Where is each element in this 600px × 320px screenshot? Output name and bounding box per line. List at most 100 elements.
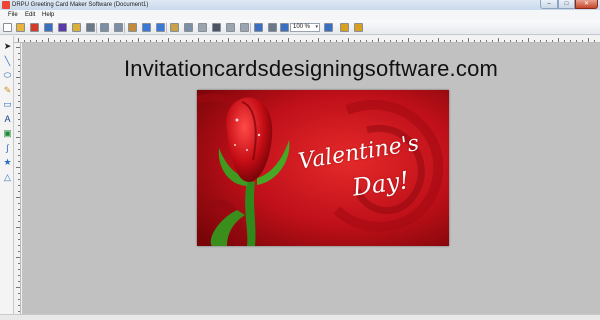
ruler-tick bbox=[18, 209, 20, 210]
ellipse-tool-icon[interactable]: ⬭ bbox=[3, 71, 12, 80]
ruler-tick bbox=[16, 137, 20, 138]
ruler-tick bbox=[486, 40, 487, 42]
ruler-tick bbox=[16, 47, 20, 48]
menu-help[interactable]: Help bbox=[42, 10, 54, 20]
save-icon[interactable] bbox=[44, 23, 53, 32]
close-document-icon[interactable] bbox=[30, 23, 39, 32]
unlock-icon[interactable] bbox=[354, 23, 363, 32]
pencil-tool-icon[interactable]: ✎ bbox=[3, 85, 12, 95]
menu-edit[interactable]: Edit bbox=[25, 10, 35, 20]
rectangle-tool-icon[interactable]: ▭ bbox=[3, 100, 12, 109]
ruler-tick bbox=[120, 40, 121, 42]
text-tool-icon[interactable]: A bbox=[3, 114, 12, 124]
card-title-line2: Day! bbox=[350, 166, 411, 202]
ruler-tick bbox=[18, 299, 20, 300]
ruler-tick bbox=[156, 40, 157, 42]
ruler-tick bbox=[432, 40, 433, 42]
zoom-select[interactable]: 100 % ▾ bbox=[290, 23, 320, 32]
open-folder-icon[interactable] bbox=[16, 23, 25, 32]
app-logo-icon bbox=[2, 1, 10, 9]
ruler-tick bbox=[18, 185, 20, 186]
copy-icon[interactable] bbox=[114, 23, 123, 32]
ruler-tick bbox=[210, 40, 211, 42]
ruler-tick bbox=[186, 40, 187, 42]
ruler-tick bbox=[16, 77, 20, 78]
ruler-tick bbox=[426, 40, 427, 42]
ruler-tick bbox=[54, 40, 55, 42]
design-canvas[interactable]: Invitationcardsdesigningsoftware.com Val… bbox=[22, 43, 600, 314]
ruler-tick bbox=[588, 38, 589, 42]
ruler-tick bbox=[48, 38, 49, 42]
ruler-tick bbox=[16, 287, 20, 288]
image-tool-icon[interactable]: ▣ bbox=[3, 129, 12, 138]
select-pointer-icon[interactable]: ➤ bbox=[3, 42, 12, 51]
maximize-button[interactable]: □ bbox=[558, 0, 575, 9]
ruler-tick bbox=[18, 215, 20, 216]
ruler-tick bbox=[450, 40, 451, 42]
image-icon[interactable] bbox=[170, 23, 179, 32]
send-back-icon[interactable] bbox=[240, 23, 249, 32]
zoom-in-icon[interactable] bbox=[280, 23, 289, 32]
ruler-tick bbox=[18, 161, 20, 162]
star-tool-icon[interactable]: ★ bbox=[3, 158, 12, 167]
page-setup-icon[interactable] bbox=[72, 23, 81, 32]
cut-icon[interactable] bbox=[100, 23, 109, 32]
ruler-tick bbox=[516, 40, 517, 42]
ruler-tick bbox=[102, 40, 103, 42]
undo-icon[interactable] bbox=[142, 23, 151, 32]
ruler-tick bbox=[18, 89, 20, 90]
print-icon[interactable] bbox=[86, 23, 95, 32]
menu-file[interactable]: File bbox=[8, 10, 18, 20]
curve-tool-icon[interactable]: ∫ bbox=[3, 143, 12, 153]
triangle-tool-icon[interactable]: △ bbox=[3, 172, 12, 182]
vertical-ruler bbox=[14, 43, 21, 314]
ruler-tick bbox=[192, 40, 193, 42]
lock-icon[interactable] bbox=[340, 23, 349, 32]
ruler-tick bbox=[18, 233, 20, 234]
minimize-button[interactable]: – bbox=[540, 0, 558, 9]
redo-icon[interactable] bbox=[156, 23, 165, 32]
scissors-icon[interactable] bbox=[184, 23, 193, 32]
save-as-icon[interactable] bbox=[58, 23, 67, 32]
ruler-tick bbox=[16, 167, 20, 168]
ruler-tick bbox=[582, 40, 583, 42]
close-button[interactable]: ✕ bbox=[575, 0, 598, 9]
line-tool-icon[interactable]: ╲ bbox=[3, 56, 12, 66]
ruler-tick bbox=[378, 38, 379, 42]
ruler-tick bbox=[18, 101, 20, 102]
ruler-tick bbox=[78, 38, 79, 42]
ruler-tick bbox=[270, 40, 271, 42]
ruler-tick bbox=[18, 305, 20, 306]
ruler-tick bbox=[16, 227, 20, 228]
ruler-tick bbox=[18, 155, 20, 156]
canvas-heading-text[interactable]: Invitationcardsdesigningsoftware.com bbox=[22, 56, 600, 82]
grid-icon[interactable] bbox=[254, 23, 263, 32]
bring-front-icon[interactable] bbox=[226, 23, 235, 32]
ruler-tick bbox=[126, 40, 127, 42]
ruler-tick bbox=[534, 40, 535, 42]
ruler-tick bbox=[306, 40, 307, 42]
ruler-tick bbox=[42, 40, 43, 42]
delete-icon[interactable] bbox=[212, 23, 221, 32]
grid-off-icon[interactable] bbox=[268, 23, 277, 32]
ruler-tick bbox=[216, 40, 217, 42]
ruler-tick bbox=[162, 40, 163, 42]
ruler-tick bbox=[252, 40, 253, 42]
valentine-card-image[interactable]: Valentine's Day! bbox=[197, 90, 449, 246]
title-bar: DRPU Greeting Card Maker Software (Docum… bbox=[0, 0, 600, 10]
zoom-out-icon[interactable] bbox=[324, 23, 333, 32]
ruler-tick bbox=[36, 40, 37, 42]
toolbar-separator bbox=[96, 23, 97, 33]
drawing-tools-panel: ➤ ╲ ⬭ ✎ ▭ A ▣ ∫ ★ △ bbox=[0, 36, 14, 314]
ruler-tick bbox=[594, 40, 595, 42]
new-document-icon[interactable] bbox=[3, 23, 12, 32]
ruler-tick bbox=[204, 40, 205, 42]
ruler-tick bbox=[18, 65, 20, 66]
ruler-tick bbox=[18, 239, 20, 240]
ruler-tick bbox=[336, 40, 337, 42]
ruler-tick bbox=[456, 40, 457, 42]
ruler-tick bbox=[384, 40, 385, 42]
duplicate-icon[interactable] bbox=[198, 23, 207, 32]
ruler-tick bbox=[72, 40, 73, 42]
paste-icon[interactable] bbox=[128, 23, 137, 32]
